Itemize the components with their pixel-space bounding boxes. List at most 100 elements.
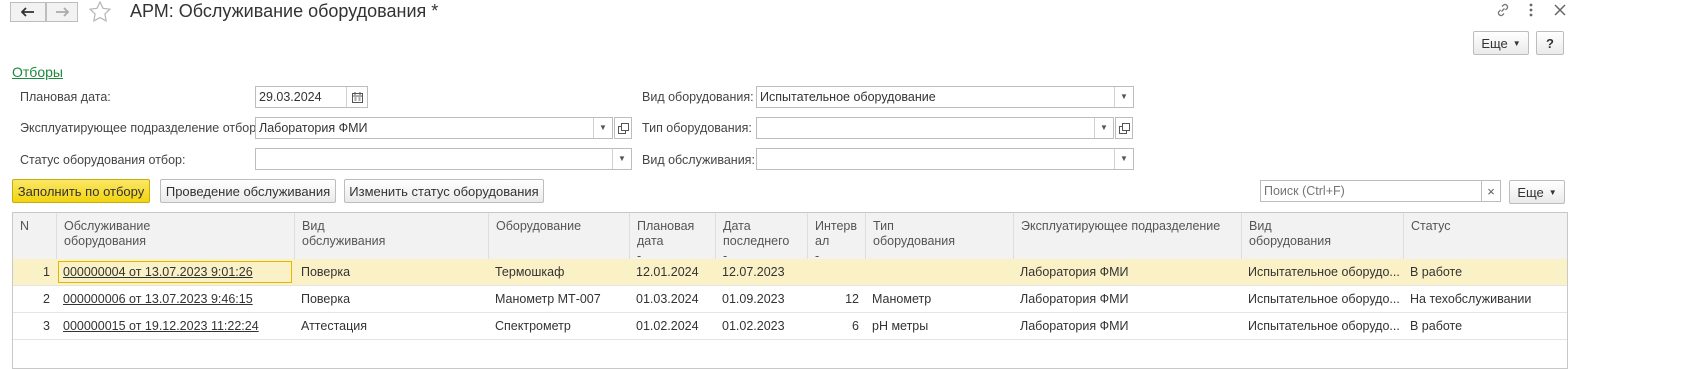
- equipment-kind-field[interactable]: Испытательное оборудование ▼: [756, 86, 1134, 108]
- department-cell: Лаборатория ФМИ: [1020, 319, 1129, 333]
- status-cell: В работе: [1410, 319, 1463, 333]
- service-doc-link[interactable]: 000000004 от 13.07.2023 9:01:26: [56, 259, 294, 285]
- chevron-down-icon: ▼: [1120, 154, 1128, 163]
- filters-toggle-link[interactable]: Отборы: [12, 64, 63, 80]
- column-header-interval[interactable]: Интерв ал -: [807, 213, 865, 263]
- row-number: 3: [43, 319, 50, 333]
- equipment-kind-label: Вид оборудования:: [642, 90, 754, 104]
- equipment-kind-cell: Испытательное оборудо...: [1248, 265, 1400, 279]
- interval-cell: 12: [845, 292, 859, 306]
- chevron-down-icon: ▼: [618, 154, 626, 163]
- department-label: Эксплуатирующее подразделение отбор:: [20, 121, 260, 135]
- equipment-kind-dropdown-button[interactable]: ▼: [1114, 87, 1133, 107]
- status-label: Статус оборудования отбор:: [20, 153, 186, 167]
- window-title: АРМ: Обслуживание оборудования *: [130, 1, 439, 21]
- status-cell: На техобслуживании: [1410, 292, 1532, 306]
- department-dropdown-button[interactable]: ▼: [593, 118, 612, 138]
- table-row[interactable]: 1 000000004 от 13.07.2023 9:01:26 Поверк…: [13, 259, 1567, 286]
- conduct-service-label: Проведение обслуживания: [165, 183, 331, 199]
- planned-date-label: Плановая дата:: [20, 90, 111, 104]
- table-row[interactable]: 2 000000006 от 13.07.2023 9:46:15 Поверк…: [13, 286, 1567, 313]
- planned-date-value: 29.03.2024: [259, 90, 322, 104]
- change-status-label: Изменить статус оборудования: [349, 183, 539, 199]
- column-header-last-date[interactable]: Дата последнего -: [715, 213, 807, 263]
- open-window-icon: [617, 122, 629, 134]
- department-value: Лаборатория ФМИ: [259, 121, 368, 135]
- arrow-right-icon: [56, 7, 69, 17]
- search-input[interactable]: [1260, 180, 1482, 202]
- chevron-down-icon: ▼: [1120, 92, 1128, 101]
- calendar-icon: [351, 91, 363, 103]
- service-kind-cell: Аттестация: [301, 319, 368, 333]
- arrow-left-icon: [21, 7, 34, 17]
- table-row[interactable]: 3 000000015 от 19.12.2023 11:22:24 Аттес…: [13, 313, 1567, 340]
- column-header-service-kind[interactable]: Вид обслуживания: [294, 213, 488, 259]
- column-header-equipment[interactable]: Оборудование: [488, 213, 629, 259]
- row-number: 1: [43, 265, 50, 279]
- table-more-button[interactable]: Еще ▼: [1509, 180, 1565, 204]
- column-header-planned-date[interactable]: Плановая дата -: [629, 213, 715, 263]
- service-table[interactable]: N Обслуживание оборудования Вид обслужив…: [12, 212, 1568, 369]
- planned-date-cell: 12.01.2024: [636, 265, 699, 279]
- last-date-cell: 12.07.2023: [722, 265, 785, 279]
- conduct-service-button[interactable]: Проведение обслуживания: [160, 179, 336, 203]
- status-dropdown-button[interactable]: ▼: [612, 149, 631, 169]
- clear-icon: ×: [1487, 183, 1495, 199]
- status-field[interactable]: ▼: [255, 148, 632, 170]
- service-doc-link[interactable]: 000000006 от 13.07.2023 9:46:15: [56, 286, 294, 312]
- fill-by-filter-label: Заполнить по отбору: [17, 183, 145, 199]
- last-date-cell: 01.09.2023: [722, 292, 785, 306]
- column-header-equipment-kind[interactable]: Вид оборудования: [1241, 213, 1403, 259]
- column-header-n[interactable]: N: [13, 213, 56, 259]
- kebab-menu-icon[interactable]: [1524, 2, 1538, 18]
- open-window-icon: [1118, 122, 1130, 134]
- column-header-status[interactable]: Статус: [1403, 213, 1567, 259]
- equipment-type-cell: pH метры: [872, 319, 929, 333]
- search-clear-button[interactable]: ×: [1481, 180, 1501, 202]
- last-date-cell: 01.02.2023: [722, 319, 785, 333]
- department-field[interactable]: Лаборатория ФМИ ▼: [255, 117, 613, 139]
- star-favorite-icon[interactable]: [89, 1, 111, 22]
- equipment-cell: Манометр МТ-007: [495, 292, 601, 306]
- column-header-equipment-type[interactable]: Тип оборудования: [865, 213, 1013, 259]
- service-kind-label: Вид обслуживания:: [642, 153, 755, 167]
- help-button[interactable]: ?: [1536, 31, 1564, 55]
- form-more-button[interactable]: Еще ▼: [1473, 31, 1529, 55]
- equipment-cell: Спектрометр: [495, 319, 571, 333]
- close-icon[interactable]: [1553, 3, 1567, 17]
- back-button[interactable]: [10, 2, 46, 22]
- row-number: 2: [43, 292, 50, 306]
- chevron-down-icon: ▼: [599, 123, 607, 132]
- service-doc-link[interactable]: 000000015 от 19.12.2023 11:22:24: [56, 313, 294, 339]
- planned-date-cell: 01.03.2024: [636, 292, 699, 306]
- service-kind-field[interactable]: ▼: [756, 148, 1134, 170]
- column-header-service-doc[interactable]: Обслуживание оборудования: [56, 213, 294, 259]
- planned-date-field[interactable]: 29.03.2024: [255, 86, 368, 108]
- equipment-cell: Термошкаф: [495, 265, 565, 279]
- calendar-button[interactable]: [346, 87, 367, 107]
- interval-cell: [807, 259, 865, 285]
- forward-button[interactable]: [46, 2, 78, 22]
- equipment-kind-cell: Испытательное оборудо...: [1248, 319, 1400, 333]
- department-open-button[interactable]: [614, 117, 632, 139]
- fill-by-filter-button[interactable]: Заполнить по отбору: [12, 179, 150, 203]
- equipment-type-cell: Манометр: [872, 292, 932, 306]
- chevron-down-icon: ▼: [1548, 187, 1557, 197]
- column-header-department[interactable]: Эксплуатирующее подразделение: [1013, 213, 1241, 259]
- table-more-label: Еще: [1517, 184, 1544, 200]
- department-cell: Лаборатория ФМИ: [1020, 292, 1129, 306]
- change-status-button[interactable]: Изменить статус оборудования: [344, 179, 544, 203]
- link-icon[interactable]: [1495, 2, 1511, 18]
- status-cell: В работе: [1410, 265, 1463, 279]
- equipment-type-cell: [865, 259, 1013, 285]
- interval-cell: 6: [852, 319, 859, 333]
- equipment-kind-value: Испытательное оборудование: [760, 90, 936, 104]
- table-header: N Обслуживание оборудования Вид обслужив…: [13, 213, 1567, 263]
- service-kind-cell: Поверка: [301, 265, 351, 279]
- service-kind-cell: Поверка: [301, 292, 351, 306]
- equipment-type-dropdown-button[interactable]: ▼: [1094, 118, 1113, 138]
- department-cell: Лаборатория ФМИ: [1020, 265, 1129, 279]
- equipment-type-field[interactable]: ▼: [756, 117, 1114, 139]
- equipment-type-open-button[interactable]: [1115, 117, 1133, 139]
- service-kind-dropdown-button[interactable]: ▼: [1114, 149, 1133, 169]
